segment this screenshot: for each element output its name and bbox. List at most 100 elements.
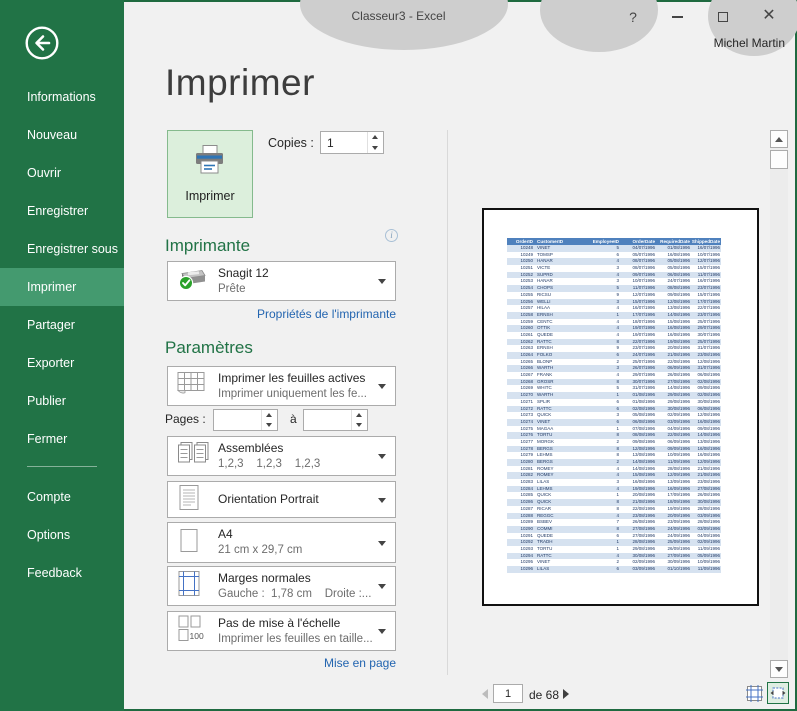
print-preview-page: OrderIDCustomerIDEmployeeIDOrderDateRequ… (482, 208, 759, 606)
preview-column-header: EmployeeID (588, 238, 624, 245)
preview-table-row: 10285QUICK120/08/199617/09/199626/08/199… (507, 492, 721, 499)
pages-to-buttons (351, 410, 367, 430)
arrow-down-icon (356, 423, 362, 427)
scroll-down-button[interactable] (770, 660, 788, 678)
maximize-button[interactable] (712, 7, 734, 27)
help-button[interactable]: ? (622, 7, 644, 27)
pages-to-up-button[interactable] (351, 410, 367, 420)
collation-select[interactable]: Assemblées 1,2,3 1,2,3 1,2,3 (167, 436, 396, 476)
preview-table-row: 10262RATTC822/07/199619/08/199625/07/199… (507, 339, 721, 346)
copies-up-button[interactable] (367, 132, 383, 143)
margins-icon (176, 570, 202, 603)
sidebar-item-partager[interactable]: Partager (0, 306, 124, 344)
paper-size-select[interactable]: A4 21 cm x 29,7 cm (167, 522, 396, 563)
preview-scrollbar-track[interactable] (770, 130, 788, 678)
show-margins-toggle[interactable] (745, 684, 764, 703)
preview-table-row: 10274VINET606/08/199603/09/199616/08/199… (507, 419, 721, 426)
page-number-input[interactable] (493, 684, 523, 703)
preview-table-row: 10270WARTH101/08/199629/08/199602/08/199… (507, 392, 721, 399)
zoom-to-page-icon (770, 685, 786, 701)
collation-title: Assemblées (218, 441, 283, 455)
preview-table-row: 10291QUEDE627/08/199624/09/199604/09/199… (507, 533, 721, 540)
collated-copies-icon (176, 441, 210, 472)
back-button[interactable] (24, 25, 60, 61)
arrow-down-icon (372, 146, 378, 150)
preview-table-row: 10260OTTIK419/07/199616/08/199629/07/199… (507, 325, 721, 332)
sidebar-item-fermer[interactable]: Fermer (0, 420, 124, 458)
zoom-to-page-toggle[interactable] (767, 682, 789, 704)
chevron-down-icon (378, 454, 386, 459)
preview-table-row: 10289BSBEV726/08/199623/09/199628/08/199… (507, 519, 721, 526)
pane-divider (447, 130, 448, 675)
preview-table-row: 10254CHOPS511/07/199608/08/199623/07/199… (507, 285, 721, 292)
preview-table-row: 10271SPLIR601/08/199629/08/199630/08/199… (507, 399, 721, 406)
preview-table-row: 10290COMMI827/08/199624/09/199603/09/199… (507, 526, 721, 533)
preview-table-row: 10269WHITC531/07/199614/08/199609/08/199… (507, 385, 721, 392)
sidebar-nav: InformationsNouveauOuvrirEnregistrerEnre… (0, 78, 124, 458)
orientation-select[interactable]: Orientation Portrait (167, 481, 396, 518)
sidebar-item-imprimer[interactable]: Imprimer (0, 268, 124, 306)
paper-size-icon (176, 526, 202, 559)
preview-table-row: 10258ERNSH117/07/199614/08/199623/07/199… (507, 312, 721, 319)
printer-select[interactable]: Snagit 12 Prête (167, 261, 396, 301)
sidebar-item-compte[interactable]: Compte (0, 478, 124, 516)
sidebar-item-enregistrer[interactable]: Enregistrer (0, 192, 124, 230)
preview-table-row: 10267FRANK429/07/199626/08/199606/08/199… (507, 372, 721, 379)
sidebar-item-nouveau[interactable]: Nouveau (0, 116, 124, 154)
preview-table-row: 10276TORTU808/08/199622/08/199614/08/199… (507, 432, 721, 439)
pages-from-input[interactable] (214, 410, 261, 430)
preview-table-row: 10295VINET202/09/199630/09/199610/09/199… (507, 559, 721, 566)
collation-subtitle: 1,2,3 1,2,3 1,2,3 (218, 458, 320, 470)
pages-from-down-button[interactable] (261, 420, 277, 430)
printer-status-icon (176, 266, 208, 297)
svg-text:100: 100 (190, 631, 204, 641)
preview-column-header: OrderDate (624, 238, 656, 245)
sidebar-item-options[interactable]: Options (0, 516, 124, 554)
minimize-button[interactable] (666, 7, 688, 27)
previous-page-button[interactable] (482, 689, 488, 699)
printer-status: Prête (218, 283, 246, 295)
pages-from-up-button[interactable] (261, 410, 277, 420)
page-setup-link[interactable]: Mise en page (165, 656, 396, 670)
pages-to-down-button[interactable] (351, 420, 367, 430)
pages-to-stepper[interactable] (303, 409, 368, 431)
preview-table-row: 10252SUPRD409/07/199606/08/199611/07/199… (507, 272, 721, 279)
sidebar-item-ouvrir[interactable]: Ouvrir (0, 154, 124, 192)
margins-select[interactable]: Marges normales Gauche : 1,78 cm Droite … (167, 566, 396, 606)
arrow-up-icon (266, 413, 272, 417)
arrow-up-icon (372, 135, 378, 139)
info-icon[interactable]: i (385, 229, 398, 242)
sidebar-item-exporter[interactable]: Exporter (0, 344, 124, 382)
close-button[interactable]: ✕ (758, 6, 780, 26)
watermark-blob (300, 0, 508, 50)
printer-properties-link[interactable]: Propriétés de l'imprimante (165, 307, 396, 321)
print-what-select[interactable]: Imprimer les feuilles actives Imprimer u… (167, 366, 396, 406)
pages-from-stepper[interactable] (213, 409, 278, 431)
preview-table-row: 10286QUICK821/08/199618/09/199630/08/199… (507, 499, 721, 506)
scroll-up-button[interactable] (770, 130, 788, 148)
print-button[interactable]: Imprimer (167, 130, 253, 218)
print-what-title: Imprimer les feuilles actives (218, 371, 365, 385)
preview-table-row: 10279LEHMS813/08/199610/09/199616/08/199… (507, 452, 721, 459)
next-page-button[interactable] (563, 689, 569, 699)
printer-section-heading: Imprimante (165, 236, 250, 256)
sidebar-item-publier[interactable]: Publier (0, 382, 124, 420)
sidebar-item-informations[interactable]: Informations (0, 78, 124, 116)
copies-down-button[interactable] (367, 143, 383, 154)
arrow-down-icon (775, 667, 783, 672)
preview-table-row: 10266WARTH326/07/199606/09/199631/07/199… (507, 365, 721, 372)
scaling-subtitle: Imprimer les feuilles en taille... (218, 633, 373, 645)
preview-column-header: OrderID (507, 238, 535, 245)
preview-table-row: 10259CENTC418/07/199615/08/199625/07/199… (507, 319, 721, 326)
copies-stepper[interactable] (320, 131, 384, 154)
pages-to-input[interactable] (304, 410, 351, 430)
copies-input[interactable] (321, 132, 367, 153)
scaling-select[interactable]: 100 Pas de mise à l'échelle Imprimer les… (167, 611, 396, 651)
chevron-down-icon (378, 384, 386, 389)
scrollbar-thumb[interactable] (770, 150, 788, 169)
back-arrow-icon (24, 25, 60, 61)
sidebar-item-enregistrer-sous[interactable]: Enregistrer sous (0, 230, 124, 268)
page-title: Imprimer (165, 62, 315, 104)
sidebar-item-feedback[interactable]: Feedback (0, 554, 124, 592)
preview-table-row: 10281ROMEY414/08/199628/08/199621/08/199… (507, 466, 721, 473)
